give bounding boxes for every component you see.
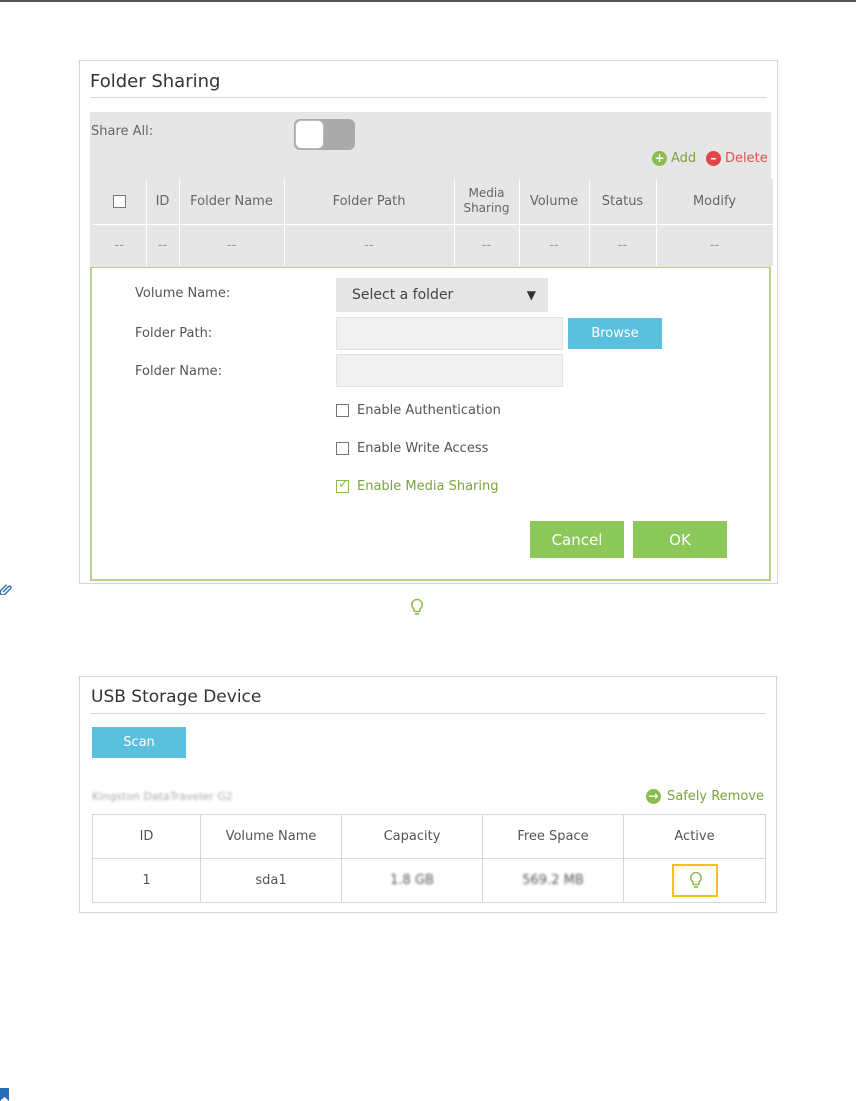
enable-media-sharing-checkbox[interactable]: Enable Media Sharing [336, 477, 499, 494]
toggle-knob [295, 120, 324, 149]
table-cell: -- [146, 224, 180, 266]
usb-storage-panel: USB Storage Device Scan Kingston DataTra… [79, 676, 777, 913]
top-rule [0, 0, 856, 2]
select-all-checkbox[interactable] [112, 194, 126, 208]
column-header-id: ID [92, 814, 201, 859]
folder-sharing-title: Folder Sharing [90, 71, 221, 92]
checkbox-checked-box [336, 477, 349, 493]
ok-button[interactable]: OK [633, 521, 727, 558]
row-capacity: 1.8 GB [341, 858, 483, 903]
column-header-active: Active [623, 814, 766, 859]
enable-write-access-checkbox[interactable]: Enable Write Access [336, 441, 488, 456]
folder-name-label: Folder Name: [135, 364, 223, 379]
folder-table: ID Folder Name Folder Path Media Sharing… [93, 179, 774, 266]
column-header-status: Status [589, 179, 657, 225]
enable-authentication-label: Enable Authentication [357, 403, 501, 418]
column-header-modify: Modify [656, 179, 774, 225]
title-divider [90, 713, 766, 714]
folder-name-input[interactable] [336, 354, 563, 387]
table-cell: -- [519, 224, 590, 266]
row-active [623, 858, 766, 903]
table-cell: -- [284, 224, 455, 266]
cancel-button[interactable]: Cancel [530, 521, 624, 558]
paperclip-icon [0, 584, 12, 595]
browse-button[interactable]: Browse [568, 318, 662, 349]
folder-path-label: Folder Path: [135, 326, 213, 341]
device-name: Kingston DataTraveler G2 [92, 790, 233, 803]
folder-table-header: ID Folder Name Folder Path Media Sharing… [93, 179, 774, 225]
arrow-right-circle-icon: → [646, 789, 661, 804]
delete-button[interactable]: – Delete [706, 151, 768, 166]
volume-select[interactable]: Select a folder ▼ [336, 278, 548, 312]
title-divider [90, 97, 767, 98]
table-cell: -- [656, 224, 774, 266]
scan-button[interactable]: Scan [92, 727, 186, 758]
enable-authentication-checkbox[interactable]: Enable Authentication [336, 403, 501, 418]
folder-path-input[interactable] [336, 317, 563, 350]
row-id: 1 [92, 858, 201, 903]
select-all-cell [93, 179, 147, 225]
folder-edit-form: Volume Name: Select a folder ▼ Folder Pa… [90, 267, 771, 581]
delete-label: Delete [725, 151, 768, 166]
checkbox-box [336, 442, 349, 455]
bookmark-icon [0, 1088, 9, 1101]
column-header-folder-name: Folder Name [179, 179, 285, 225]
column-header-id: ID [146, 179, 180, 225]
usb-table-header: ID Volume Name Capacity Free Space Activ… [92, 814, 766, 859]
safely-remove-button[interactable]: → Safely Remove [646, 789, 764, 804]
caret-down-icon: ▼ [526, 288, 536, 302]
lightbulb-icon [411, 598, 423, 615]
table-cell: -- [179, 224, 285, 266]
volume-select-value: Select a folder [352, 287, 454, 303]
table-cell: -- [589, 224, 657, 266]
column-header-volume: Volume [519, 179, 590, 225]
enable-write-access-label: Enable Write Access [357, 441, 489, 456]
usb-storage-title: USB Storage Device [91, 687, 262, 707]
active-toggle[interactable] [671, 864, 718, 897]
row-volume-name: sda1 [200, 858, 342, 903]
usb-table: ID Volume Name Capacity Free Space Activ… [92, 814, 766, 903]
table-row: -- -- -- -- -- -- -- -- [93, 224, 774, 266]
row-free-space: 569.2 MB [482, 858, 624, 903]
column-header-free-space: Free Space [482, 814, 624, 859]
minus-circle-icon: – [706, 151, 721, 166]
safely-remove-label: Safely Remove [667, 789, 764, 804]
column-header-media-sharing: Media Sharing [454, 179, 520, 225]
checkbox-box [336, 404, 349, 417]
share-all-label: Share All: [91, 124, 154, 139]
table-cell: -- [454, 224, 520, 266]
column-header-folder-path: Folder Path [284, 179, 455, 225]
table-row: 1 sda1 1.8 GB 569.2 MB [92, 858, 766, 903]
folder-sharing-panel: Folder Sharing Share All: + Add – Delete… [79, 60, 778, 584]
table-cell: -- [93, 224, 147, 266]
volume-name-label: Volume Name: [135, 286, 231, 301]
plus-circle-icon: + [652, 151, 667, 166]
enable-media-sharing-label: Enable Media Sharing [357, 479, 499, 494]
share-all-toggle[interactable] [294, 119, 355, 150]
lightbulb-icon [689, 871, 702, 888]
add-label: Add [671, 151, 697, 166]
add-button[interactable]: + Add [652, 151, 696, 166]
column-header-volume-name: Volume Name [200, 814, 342, 859]
column-header-capacity: Capacity [341, 814, 483, 859]
